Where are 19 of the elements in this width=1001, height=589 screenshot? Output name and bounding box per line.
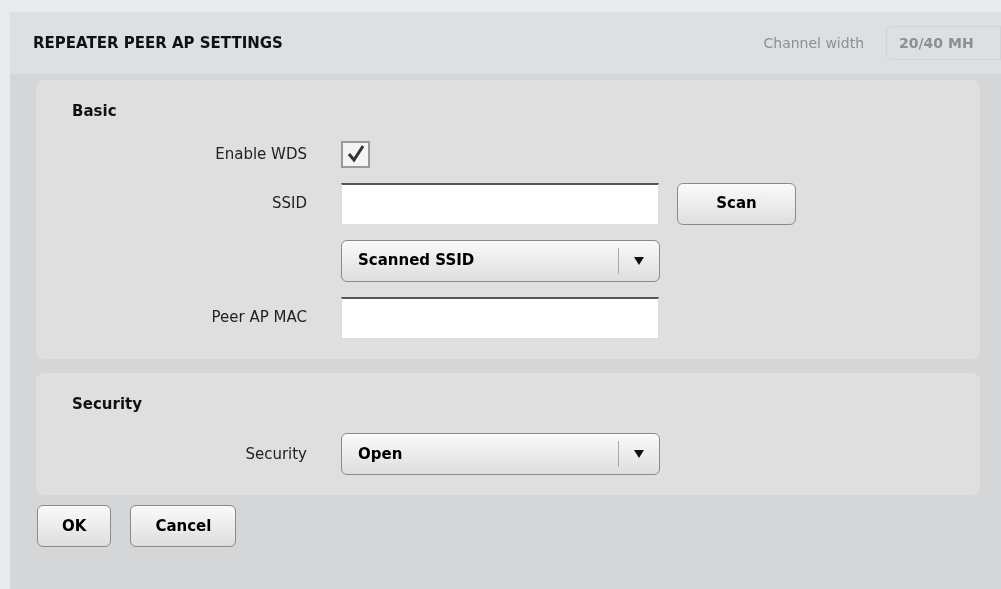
dialog-title: REPEATER PEER AP SETTINGS: [33, 32, 283, 54]
dialog-button[interactable]: OK: [37, 505, 112, 547]
background-field: 20/40 MH: [886, 26, 1001, 60]
dropdown[interactable]: Open: [341, 433, 660, 475]
caret-icon: [634, 256, 644, 265]
caret-icon: [634, 450, 644, 458]
field-label: Peer AP MAC: [211, 308, 307, 327]
field-label: Enable WDS: [215, 144, 307, 163]
dropdown[interactable]: Scanned SSID: [341, 239, 660, 282]
dialog-button[interactable]: Cancel: [130, 505, 237, 547]
field-label: Security: [245, 444, 307, 463]
section-title: Security: [72, 393, 144, 415]
checkbox[interactable]: [341, 140, 370, 168]
text-field[interactable]: [341, 296, 659, 339]
background-label: Channel width: [763, 33, 864, 53]
section-title: Basic: [72, 101, 118, 122]
text-field[interactable]: [341, 182, 659, 225]
scan-button[interactable]: Scan: [677, 182, 796, 225]
field-label: SSID: [271, 194, 307, 213]
